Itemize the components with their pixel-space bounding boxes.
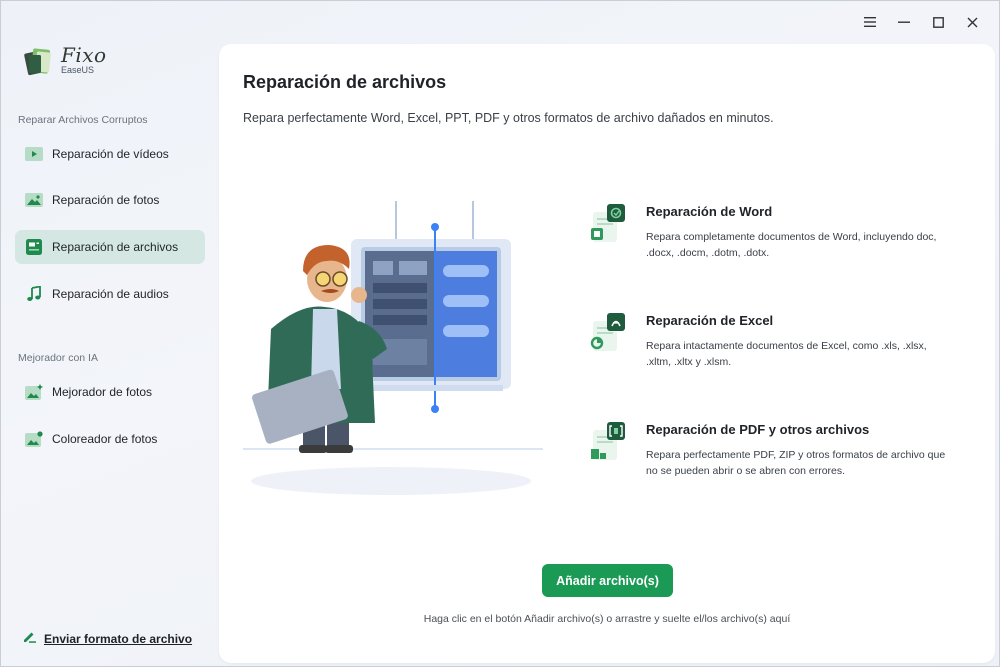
brand-name: Fixo <box>61 43 107 67</box>
feature-title: Reparación de PDF y otros archivos <box>646 422 870 437</box>
sidebar-item-label: Reparación de archivos <box>52 240 179 254</box>
maximize-icon[interactable] <box>925 11 951 33</box>
excel-icon <box>589 313 633 357</box>
pencil-icon <box>23 630 36 648</box>
sidebar-item-label: Coloreador de fotos <box>52 432 158 446</box>
feature-title: Reparación de Excel <box>646 313 774 328</box>
sidebar-item-label: Reparación de audios <box>52 287 169 301</box>
sidebar-item-label: Reparación de vídeos <box>52 147 169 161</box>
word-icon <box>589 204 633 248</box>
feature-desc: Repara completamente documentos de Word,… <box>646 231 937 259</box>
photo-icon <box>25 192 43 208</box>
file-repair-illustration <box>241 199 551 499</box>
drop-hint: Haga clic en el botón Añadir archivo(s) … <box>423 613 791 625</box>
photo-enhance-icon <box>25 384 43 400</box>
window-controls <box>857 11 985 33</box>
sidebar-item-photo-colorizer[interactable]: Coloreador de fotos <box>15 422 205 456</box>
section-title-repair: Reparar Archivos Corruptos <box>18 114 148 126</box>
file-icon <box>25 239 43 255</box>
sidebar-item-label: Reparación de fotos <box>52 193 160 207</box>
sidebar-item-label: Mejorador de fotos <box>52 385 153 399</box>
fixo-logo-icon <box>23 43 57 77</box>
page-subtitle: Repara perfectamente Word, Excel, PPT, P… <box>243 111 774 125</box>
video-icon <box>25 146 43 162</box>
photo-color-icon <box>25 431 43 447</box>
add-files-button[interactable]: Añadir archivo(s) <box>542 564 673 597</box>
sidebar-item-audio-repair[interactable]: Reparación de audios <box>15 277 205 311</box>
close-icon[interactable] <box>959 11 985 33</box>
pdf-icon <box>589 422 633 466</box>
feature-title: Reparación de Word <box>646 204 773 219</box>
sidebar-item-file-repair[interactable]: Reparación de archivos <box>15 230 205 264</box>
sidebar-item-photo-enhancer[interactable]: Mejorador de fotos <box>15 375 205 409</box>
brand: Fixo EaseUS <box>23 43 107 77</box>
sidebar-item-video-repair[interactable]: Reparación de vídeos <box>15 137 205 171</box>
brand-sub: EaseUS <box>61 65 95 75</box>
sidebar: Fixo EaseUS Reparar Archivos Corruptos R… <box>1 1 219 667</box>
section-title-enhance: Mejorador con IA <box>18 352 98 364</box>
minimize-icon[interactable] <box>891 11 917 33</box>
music-icon <box>25 286 43 302</box>
main-panel: Reparación de archivos Repara perfectame… <box>219 44 995 663</box>
feature-desc: Repara intactamente documentos de Excel,… <box>646 340 927 368</box>
send-file-format-link[interactable]: Enviar formato de archivo <box>23 630 192 648</box>
app-window: Fixo EaseUS Reparar Archivos Corruptos R… <box>0 0 1000 667</box>
page-title: Reparación de archivos <box>243 72 447 92</box>
feature-desc: Repara perfectamente PDF, ZIP y otros fo… <box>646 449 946 477</box>
menu-icon[interactable] <box>857 11 883 33</box>
feedback-label: Enviar formato de archivo <box>44 632 193 646</box>
sidebar-item-photo-repair[interactable]: Reparación de fotos <box>15 183 205 217</box>
